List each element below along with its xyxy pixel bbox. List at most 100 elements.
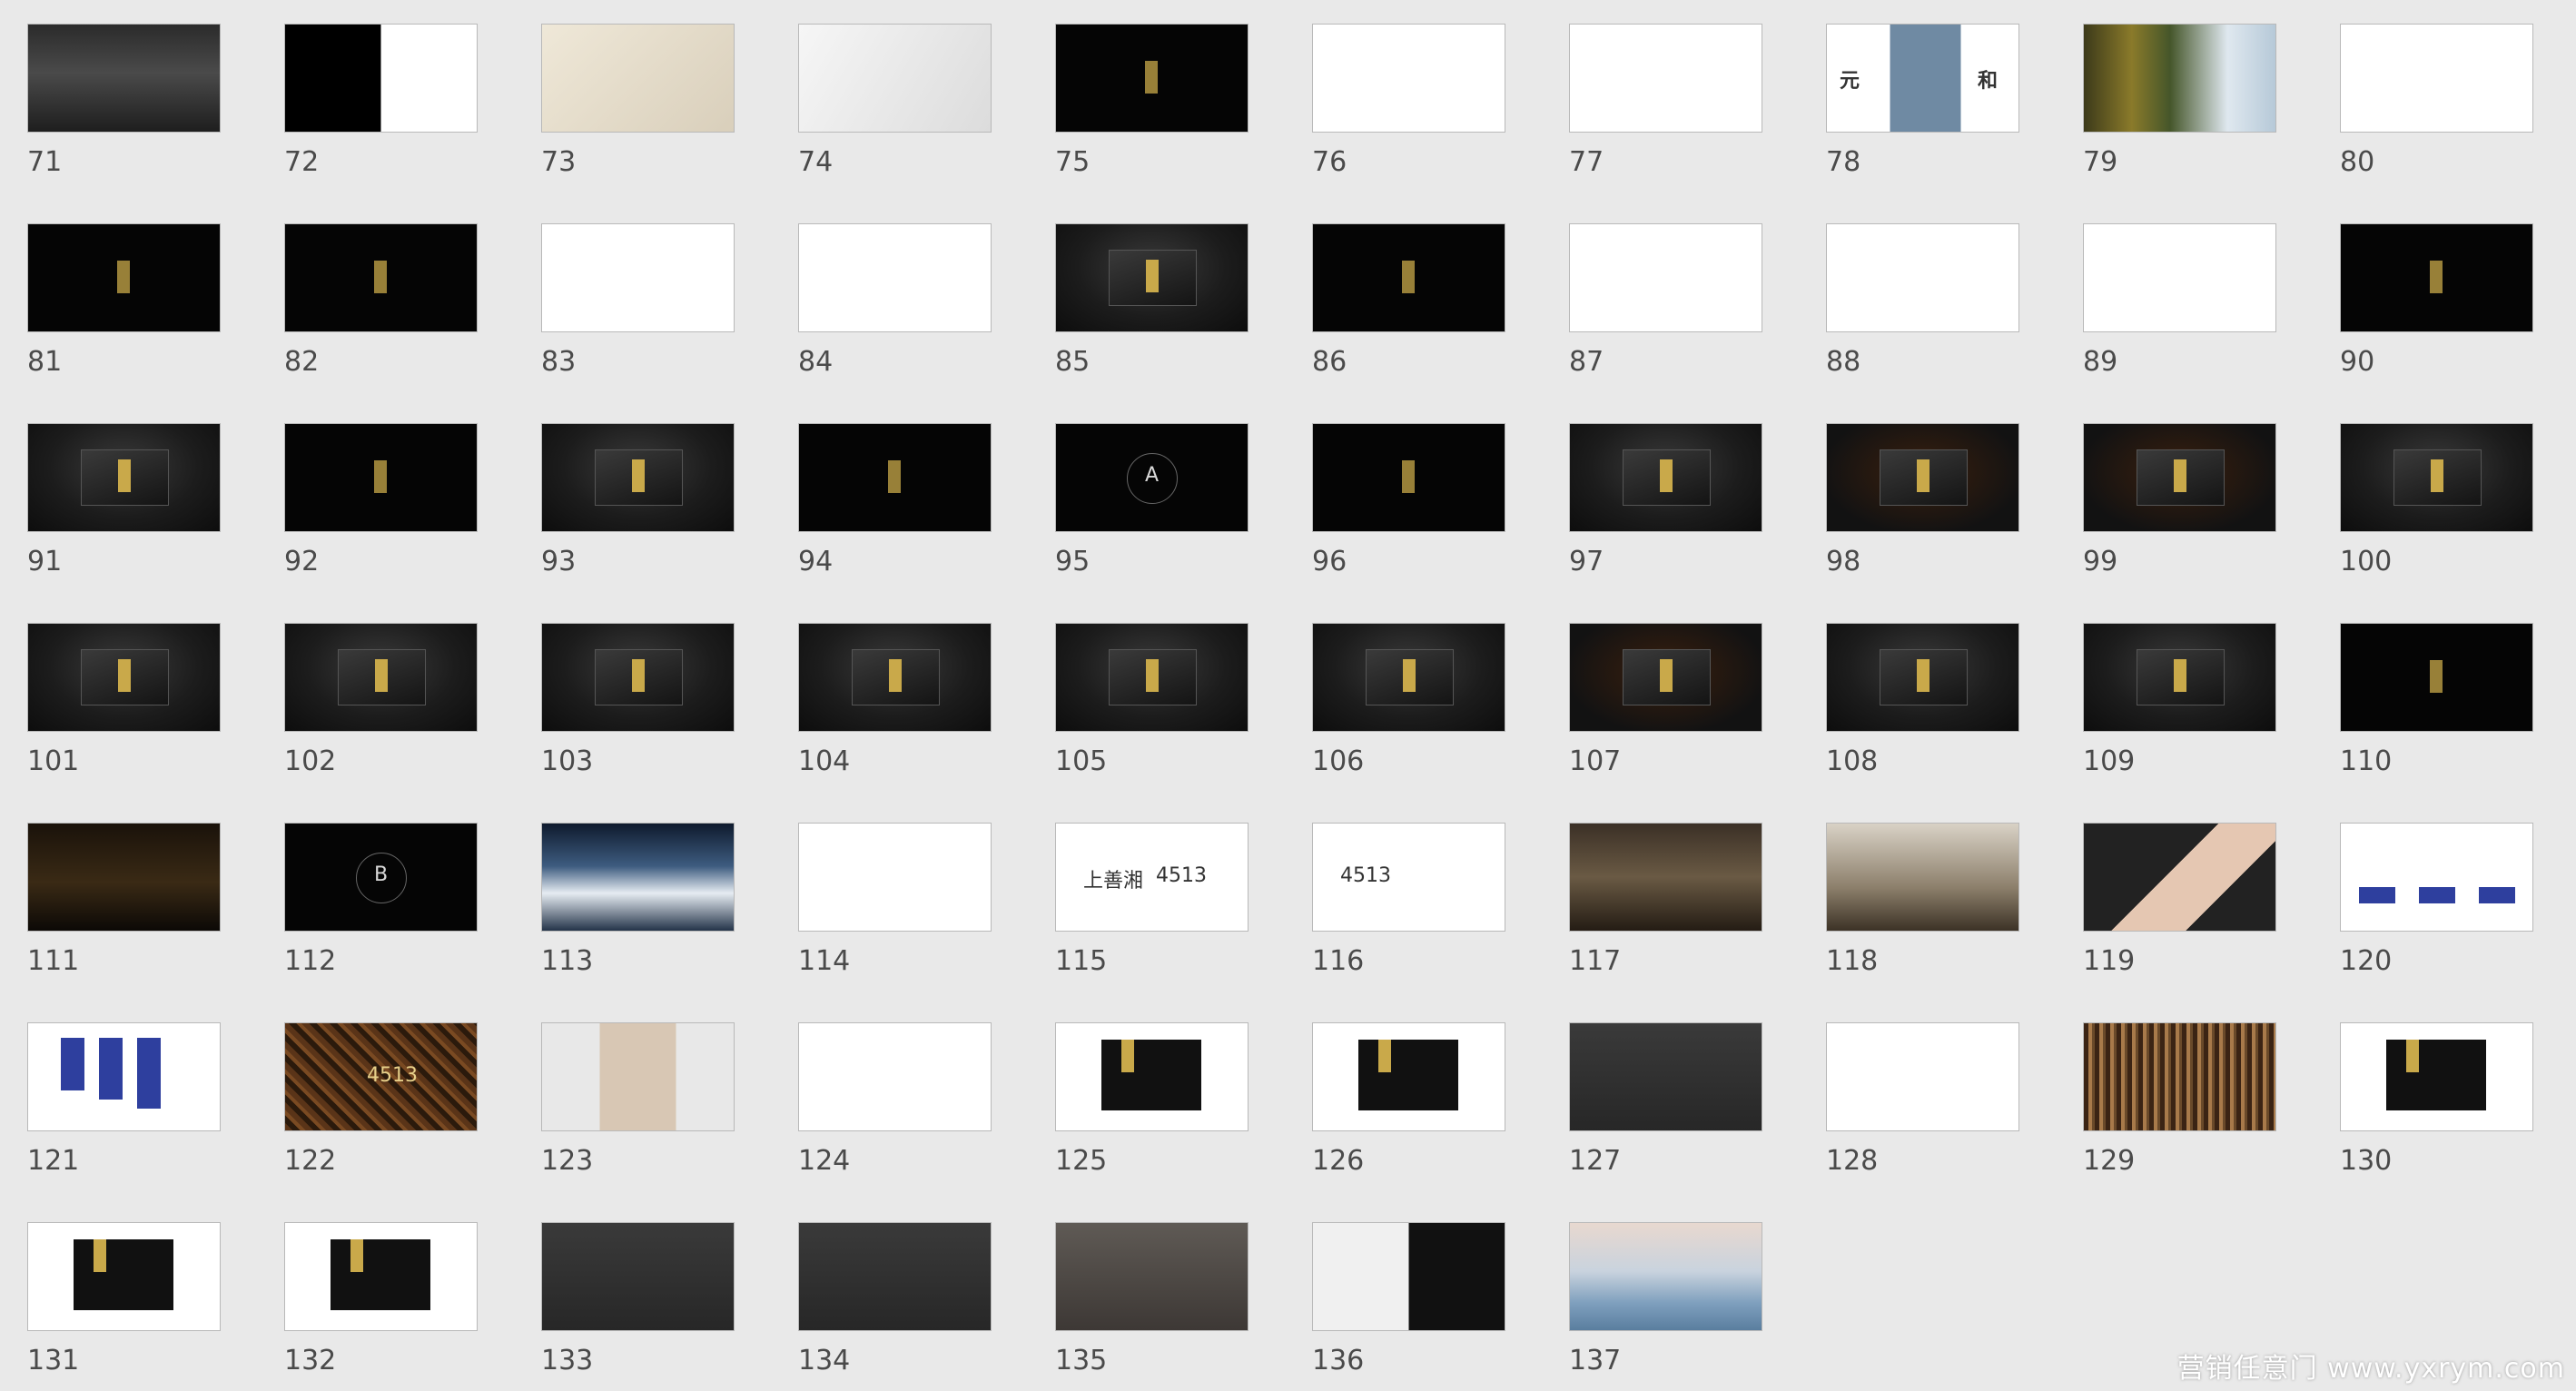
slide-preview[interactable] xyxy=(1312,24,1505,133)
slide-preview[interactable]: B xyxy=(284,823,478,932)
slide-thumbnail[interactable]: 84 xyxy=(798,223,992,378)
slide-thumbnail[interactable]: 71 xyxy=(27,24,221,178)
slide-thumbnail[interactable]: 137 xyxy=(1569,1222,1762,1376)
slide-thumbnail[interactable]: 90 xyxy=(2340,223,2533,378)
slide-preview[interactable] xyxy=(27,1222,221,1331)
slide-preview[interactable] xyxy=(1826,223,2019,332)
slide-preview[interactable] xyxy=(1312,223,1505,332)
slide-thumbnail[interactable]: 100 xyxy=(2340,423,2533,577)
slide-thumbnail[interactable]: 117 xyxy=(1569,823,1762,977)
slide-preview[interactable] xyxy=(2083,223,2276,332)
slide-preview[interactable] xyxy=(1569,1022,1762,1131)
slide-thumbnail[interactable]: 86 xyxy=(1312,223,1505,378)
slide-preview[interactable] xyxy=(284,623,478,732)
slide-thumbnail[interactable]: 4513 116 xyxy=(1312,823,1505,977)
slide-thumbnail[interactable]: 73 xyxy=(541,24,735,178)
slide-thumbnail[interactable]: 118 xyxy=(1826,823,2019,977)
slide-preview[interactable] xyxy=(2340,223,2533,332)
slide-preview[interactable] xyxy=(798,223,992,332)
slide-thumbnail[interactable]: 127 xyxy=(1569,1022,1762,1177)
slide-thumbnail[interactable]: 103 xyxy=(541,623,735,777)
slide-thumbnail[interactable]: 82 xyxy=(284,223,478,378)
slide-thumbnail[interactable]: 98 xyxy=(1826,423,2019,577)
slide-thumbnail[interactable]: 80 xyxy=(2340,24,2533,178)
slide-thumbnail[interactable]: 136 xyxy=(1312,1222,1505,1376)
slide-preview[interactable] xyxy=(27,24,221,133)
slide-preview[interactable] xyxy=(27,223,221,332)
slide-preview[interactable] xyxy=(2340,623,2533,732)
slide-thumbnail[interactable]: 87 xyxy=(1569,223,1762,378)
slide-thumbnail[interactable]: 76 xyxy=(1312,24,1505,178)
slide-thumbnail[interactable]: 134 xyxy=(798,1222,992,1376)
slide-preview[interactable]: 上善湘 4513 xyxy=(1055,823,1249,932)
slide-thumbnail[interactable]: 135 xyxy=(1055,1222,1249,1376)
slide-thumbnail[interactable]: 101 xyxy=(27,623,221,777)
slide-thumbnail[interactable]: 124 xyxy=(798,1022,992,1177)
slide-thumbnail[interactable]: 104 xyxy=(798,623,992,777)
slide-preview[interactable] xyxy=(1055,623,1249,732)
slide-preview[interactable] xyxy=(541,423,735,532)
slide-thumbnail[interactable]: 元和 78 xyxy=(1826,24,2019,178)
slide-preview[interactable] xyxy=(1055,1222,1249,1331)
slide-preview[interactable] xyxy=(1312,623,1505,732)
slide-thumbnail[interactable]: 111 xyxy=(27,823,221,977)
slide-preview[interactable] xyxy=(1055,223,1249,332)
slide-preview[interactable] xyxy=(1826,1022,2019,1131)
slide-thumbnail[interactable]: 4513 122 xyxy=(284,1022,478,1177)
slide-thumbnail[interactable]: 131 xyxy=(27,1222,221,1376)
slide-preview[interactable] xyxy=(1055,1022,1249,1131)
slide-preview[interactable] xyxy=(284,423,478,532)
slide-thumbnail[interactable]: 94 xyxy=(798,423,992,577)
slide-preview[interactable] xyxy=(2340,423,2533,532)
slide-preview[interactable] xyxy=(541,1222,735,1331)
slide-preview[interactable] xyxy=(1569,823,1762,932)
slide-preview[interactable] xyxy=(798,623,992,732)
slide-thumbnail[interactable]: 110 xyxy=(2340,623,2533,777)
slide-preview[interactable] xyxy=(2083,623,2276,732)
slide-preview[interactable] xyxy=(798,24,992,133)
slide-preview[interactable] xyxy=(798,423,992,532)
slide-thumbnail[interactable]: 85 xyxy=(1055,223,1249,378)
slide-preview[interactable]: 4513 xyxy=(284,1022,478,1131)
slide-thumbnail[interactable]: 106 xyxy=(1312,623,1505,777)
slide-preview[interactable] xyxy=(1569,24,1762,133)
slide-preview[interactable] xyxy=(541,1022,735,1131)
slide-preview[interactable] xyxy=(798,1022,992,1131)
slide-preview[interactable] xyxy=(541,24,735,133)
slide-preview[interactable] xyxy=(798,823,992,932)
slide-thumbnail[interactable]: 74 xyxy=(798,24,992,178)
slide-preview[interactable] xyxy=(2340,823,2533,932)
slide-thumbnail[interactable]: 81 xyxy=(27,223,221,378)
slide-preview[interactable] xyxy=(1826,623,2019,732)
slide-preview[interactable] xyxy=(2083,24,2276,133)
slide-preview[interactable] xyxy=(1055,24,1249,133)
slide-thumbnail[interactable]: 129 xyxy=(2083,1022,2276,1177)
slide-thumbnail[interactable]: 108 xyxy=(1826,623,2019,777)
slide-preview[interactable] xyxy=(2083,1022,2276,1131)
slide-preview[interactable] xyxy=(2083,823,2276,932)
slide-preview[interactable] xyxy=(1569,423,1762,532)
slide-thumbnail[interactable]: 126 xyxy=(1312,1022,1505,1177)
slide-thumbnail[interactable]: 96 xyxy=(1312,423,1505,577)
slide-thumbnail[interactable]: 114 xyxy=(798,823,992,977)
slide-thumbnail[interactable]: 79 xyxy=(2083,24,2276,178)
slide-thumbnail[interactable]: 130 xyxy=(2340,1022,2533,1177)
slide-thumbnail[interactable]: 133 xyxy=(541,1222,735,1376)
slide-preview[interactable] xyxy=(541,823,735,932)
slide-preview[interactable] xyxy=(798,1222,992,1331)
slide-thumbnail[interactable]: 121 xyxy=(27,1022,221,1177)
slide-thumbnail[interactable]: A 95 xyxy=(1055,423,1249,577)
slide-preview[interactable] xyxy=(1569,623,1762,732)
slide-thumbnail[interactable]: 72 xyxy=(284,24,478,178)
slide-thumbnail[interactable]: 105 xyxy=(1055,623,1249,777)
slide-thumbnail[interactable]: 97 xyxy=(1569,423,1762,577)
slide-thumbnail[interactable]: 99 xyxy=(2083,423,2276,577)
slide-preview[interactable] xyxy=(1826,423,2019,532)
slide-preview[interactable] xyxy=(27,423,221,532)
slide-thumbnail[interactable]: 125 xyxy=(1055,1022,1249,1177)
slide-preview[interactable] xyxy=(1569,223,1762,332)
slide-thumbnail[interactable]: 109 xyxy=(2083,623,2276,777)
slide-thumbnail[interactable]: 128 xyxy=(1826,1022,2019,1177)
slide-preview[interactable] xyxy=(1312,423,1505,532)
slide-thumbnail[interactable]: 102 xyxy=(284,623,478,777)
